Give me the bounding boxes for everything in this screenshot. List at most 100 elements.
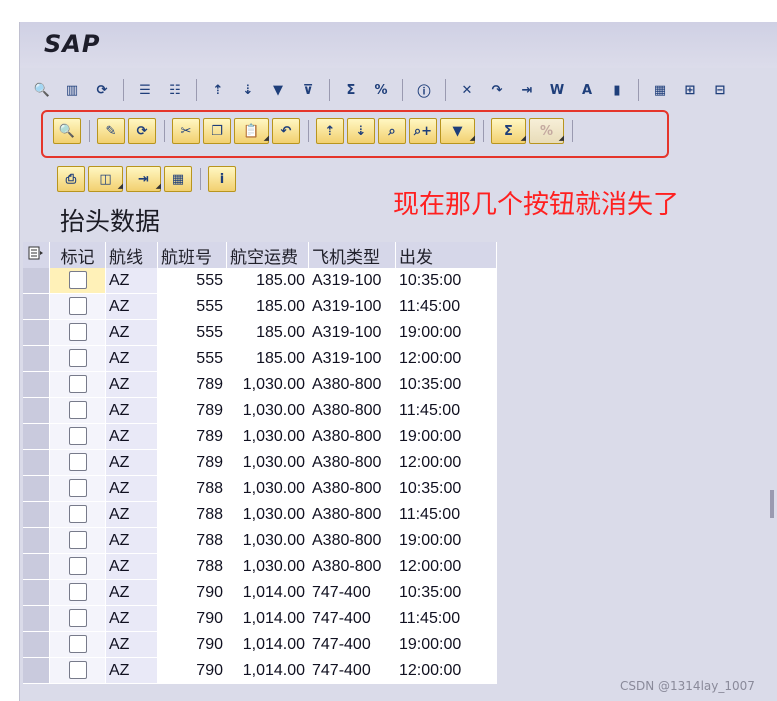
mark-checkbox[interactable] (68, 583, 87, 602)
sort-desc-button[interactable]: ⇣ (234, 76, 262, 104)
mark-checkbox[interactable] (68, 375, 87, 394)
table-row[interactable]: AZ 788 1,030.00 A380-800 10:35:00 (23, 475, 497, 502)
mark-checkbox[interactable] (68, 271, 87, 290)
row-selector[interactable] (23, 475, 50, 502)
copy-button[interactable]: ❐ (203, 118, 231, 144)
delete-filter-button[interactable]: ⊽ (294, 76, 322, 104)
mark-cell[interactable] (49, 345, 106, 372)
column-header-airline[interactable]: 航线 (105, 242, 158, 268)
views-button[interactable]: ◫ ◢ (88, 166, 123, 192)
table-row[interactable]: AZ 789 1,030.00 A380-800 19:00:00 (23, 423, 497, 450)
refresh-button[interactable]: ⟳ (88, 76, 116, 104)
details-button[interactable]: 🔍 (53, 118, 81, 144)
table-row[interactable]: AZ 790 1,014.00 747-400 11:45:00 (23, 605, 497, 632)
row-selector[interactable] (23, 501, 50, 528)
abc-analysis-button[interactable]: A (573, 76, 601, 104)
row-selector[interactable] (23, 268, 50, 294)
row-selector[interactable] (23, 319, 50, 346)
mark-cell[interactable] (49, 293, 106, 320)
select-all-icon[interactable] (23, 242, 50, 268)
mark-cell[interactable] (49, 397, 106, 424)
mark-cell[interactable] (49, 319, 106, 346)
mark-checkbox[interactable] (68, 453, 87, 472)
select-all-button[interactable]: ☰ (131, 76, 159, 104)
mark-cell[interactable] (49, 579, 106, 606)
table-row[interactable]: AZ 790 1,014.00 747-400 19:00:00 (23, 631, 497, 658)
mark-checkbox[interactable] (68, 557, 87, 576)
column-header-plane-type[interactable]: 飞机类型 (308, 242, 396, 268)
mark-checkbox[interactable] (68, 297, 87, 316)
table-row[interactable]: AZ 788 1,030.00 A380-800 12:00:00 (23, 553, 497, 580)
subtotal-button[interactable]: % (367, 76, 395, 104)
word-button[interactable]: W (543, 76, 571, 104)
print-button[interactable]: ⎙ (57, 166, 85, 192)
mark-cell[interactable] (49, 268, 106, 294)
mark-cell[interactable] (49, 527, 106, 554)
graphic-button[interactable]: ▮ (603, 76, 631, 104)
layout-save-button[interactable]: ⊟ (706, 76, 734, 104)
row-selector[interactable] (23, 449, 50, 476)
mark-cell[interactable] (49, 371, 106, 398)
mark-checkbox[interactable] (68, 427, 87, 446)
table-row[interactable]: AZ 789 1,030.00 A380-800 11:45:00 (23, 397, 497, 424)
detail-button[interactable]: 🔍 (28, 76, 56, 104)
export-excel-button[interactable]: ✕ (453, 76, 481, 104)
row-selector[interactable] (23, 371, 50, 398)
mark-checkbox[interactable] (68, 349, 87, 368)
mark-cell[interactable] (49, 605, 106, 632)
mark-checkbox[interactable] (68, 609, 87, 628)
row-selector[interactable] (23, 345, 50, 372)
filter-button[interactable]: ▼ ◢ (440, 118, 475, 144)
table-row[interactable]: AZ 555 185.00 A319-100 12:00:00 (23, 345, 497, 372)
transfer-button[interactable]: ↷ (483, 76, 511, 104)
sort-asc-button[interactable]: ⇡ (316, 118, 344, 144)
table-row[interactable]: AZ 789 1,030.00 A380-800 10:35:00 (23, 371, 497, 398)
table-row[interactable]: AZ 790 1,014.00 747-400 10:35:00 (23, 579, 497, 606)
deselect-button[interactable]: ☷ (161, 76, 189, 104)
row-selector[interactable] (23, 605, 50, 632)
columns-button[interactable]: ▥ (58, 76, 86, 104)
row-selector[interactable] (23, 579, 50, 606)
mark-cell[interactable] (49, 423, 106, 450)
subtotal-button[interactable]: % ◢ (529, 118, 564, 144)
table-row[interactable]: AZ 788 1,030.00 A380-800 19:00:00 (23, 527, 497, 554)
sort-desc-button[interactable]: ⇣ (347, 118, 375, 144)
column-header-departure[interactable]: 出发 (395, 242, 497, 268)
row-selector[interactable] (23, 397, 50, 424)
find-next-button[interactable]: ⌕+ (409, 118, 437, 144)
row-selector[interactable] (23, 657, 50, 684)
mark-checkbox[interactable] (68, 635, 87, 654)
mark-cell[interactable] (49, 449, 106, 476)
export-button[interactable]: ⇥ (513, 76, 541, 104)
undo-button[interactable]: ↶ (272, 118, 300, 144)
row-selector[interactable] (23, 553, 50, 580)
sort-asc-button[interactable]: ⇡ (204, 76, 232, 104)
column-header-price[interactable]: 航空运费 (226, 242, 309, 268)
mark-checkbox[interactable] (68, 531, 87, 550)
column-header-mark[interactable]: 标记 (49, 242, 106, 268)
mark-cell[interactable] (49, 657, 106, 684)
row-selector[interactable] (23, 423, 50, 450)
mark-cell[interactable] (49, 553, 106, 580)
mark-cell[interactable] (49, 475, 106, 502)
layout-button[interactable]: ▦ (646, 76, 674, 104)
column-header-flight-no[interactable]: 航班号 (157, 242, 227, 268)
table-row[interactable]: AZ 555 185.00 A319-100 10:35:00 (23, 268, 497, 294)
row-selector[interactable] (23, 293, 50, 320)
info-button[interactable]: i (208, 166, 236, 192)
mark-checkbox[interactable] (68, 323, 87, 342)
row-selector[interactable] (23, 631, 50, 658)
row-selector[interactable] (23, 527, 50, 554)
filter-button[interactable]: ▼ (264, 76, 292, 104)
export-button[interactable]: ⇥ ◢ (126, 166, 161, 192)
total-button[interactable]: Σ ◢ (491, 118, 526, 144)
change-button[interactable]: ✎ (97, 118, 125, 144)
layout-button[interactable]: ▦ (164, 166, 192, 192)
refresh-button[interactable]: ⟳ (128, 118, 156, 144)
layout-select-button[interactable]: ⊞ (676, 76, 704, 104)
mark-cell[interactable] (49, 631, 106, 658)
table-row[interactable]: AZ 789 1,030.00 A380-800 12:00:00 (23, 449, 497, 476)
cut-button[interactable]: ✂ (172, 118, 200, 144)
table-row[interactable]: AZ 790 1,014.00 747-400 12:00:00 (23, 657, 497, 684)
mark-checkbox[interactable] (68, 661, 87, 680)
